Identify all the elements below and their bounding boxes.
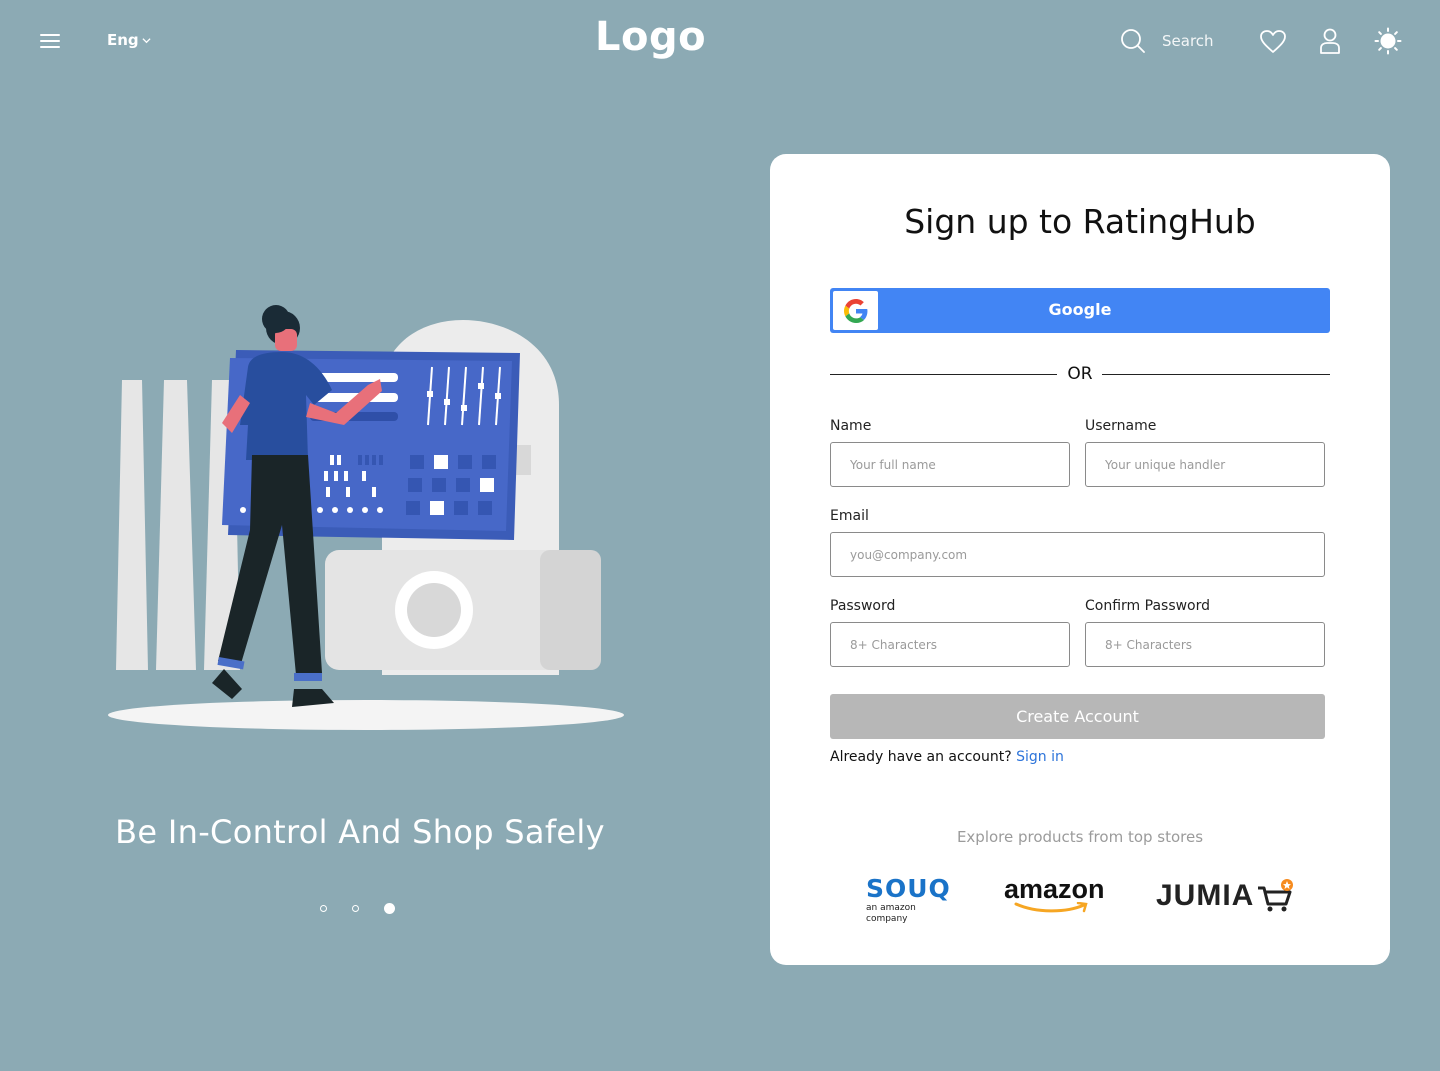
- password-label: Password: [830, 598, 896, 614]
- search-bar[interactable]: Search: [1120, 28, 1214, 54]
- confirm-password-label: Confirm Password: [1085, 598, 1211, 614]
- menu-icon[interactable]: [40, 34, 60, 48]
- divider-line-right: [1102, 374, 1330, 375]
- carousel-dot-2[interactable]: [352, 905, 359, 912]
- signin-prompt: Already have an account?: [830, 749, 1012, 765]
- hero-illustration: [108, 305, 624, 730]
- language-label: Eng: [107, 31, 139, 49]
- hero-title: Be In-Control And Shop Safely: [115, 813, 605, 851]
- sun-icon[interactable]: [1374, 27, 1402, 55]
- heart-icon[interactable]: [1259, 29, 1287, 55]
- souq-logo[interactable]: SOUQ an amazon company: [866, 874, 958, 925]
- amazon-wordmark: amazon: [1004, 874, 1105, 904]
- email-label: Email: [830, 508, 869, 524]
- signin-row: Already have an account? Sign in: [830, 749, 1064, 765]
- user-icon[interactable]: [1319, 27, 1341, 55]
- google-button-label: Google: [1048, 300, 1112, 319]
- confirm-password-input[interactable]: [1085, 622, 1325, 667]
- explore-text: Explore products from top stores: [956, 828, 1204, 846]
- password-input[interactable]: [830, 622, 1070, 667]
- jumia-logo[interactable]: JUMIA: [1156, 879, 1294, 916]
- amazon-smile-icon: [1014, 902, 1088, 913]
- language-selector[interactable]: Eng: [107, 31, 151, 49]
- name-label: Name: [830, 418, 872, 434]
- site-logo[interactable]: Logo: [595, 14, 706, 60]
- chevron-down-icon: [142, 37, 151, 43]
- create-account-button[interactable]: Create Account: [830, 694, 1325, 739]
- carousel-dots: [320, 903, 420, 914]
- souq-tagline: an amazon company: [866, 903, 916, 924]
- carousel-dot-3[interactable]: [384, 903, 395, 914]
- carousel-dot-1[interactable]: [320, 905, 327, 912]
- souq-wordmark: SOUQ: [866, 874, 951, 903]
- signup-title: Sign up to RatingHub: [904, 202, 1256, 241]
- name-input[interactable]: [830, 442, 1070, 487]
- signin-link[interactable]: Sign in: [1016, 749, 1064, 765]
- search-icon[interactable]: [1120, 28, 1146, 54]
- username-input[interactable]: [1085, 442, 1325, 487]
- email-input[interactable]: [830, 532, 1325, 577]
- jumia-cart-icon: [1258, 879, 1293, 912]
- username-label: Username: [1085, 418, 1157, 434]
- amazon-logo[interactable]: amazon: [1004, 874, 1110, 916]
- search-placeholder[interactable]: Search: [1162, 32, 1214, 50]
- or-divider: OR: [830, 363, 1330, 385]
- google-signup-button[interactable]: Google: [830, 288, 1330, 333]
